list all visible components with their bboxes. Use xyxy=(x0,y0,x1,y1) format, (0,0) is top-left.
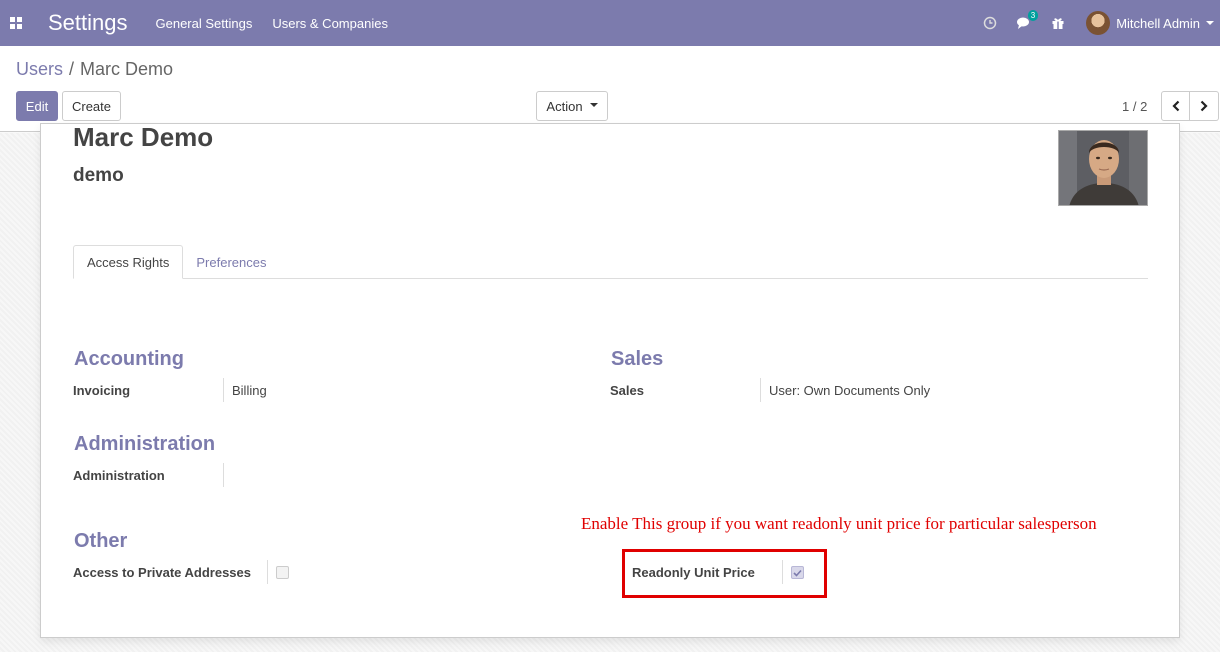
apps-icon[interactable] xyxy=(0,0,32,46)
create-button[interactable]: Create xyxy=(62,91,121,121)
chat-badge: 3 xyxy=(1027,10,1039,21)
control-panel: Users / Marc Demo Edit Create Action 1 /… xyxy=(0,46,1220,132)
field-label-sales: Sales xyxy=(610,383,644,398)
breadcrumb-users[interactable]: Users xyxy=(16,59,63,80)
menu-users-companies[interactable]: Users & Companies xyxy=(272,16,388,31)
gift-icon[interactable] xyxy=(1044,0,1072,46)
field-label-administration: Administration xyxy=(73,468,165,483)
field-value-invoicing[interactable]: Billing xyxy=(232,383,267,398)
menu-general-settings[interactable]: General Settings xyxy=(156,16,253,31)
user-name-title: Marc Demo xyxy=(73,122,214,152)
action-dropdown[interactable]: Action xyxy=(536,91,608,121)
pager-previous-button[interactable] xyxy=(1161,91,1190,121)
chevron-left-icon xyxy=(1171,100,1179,112)
field-label-private-addresses: Access to Private Addresses xyxy=(73,565,252,580)
field-separator xyxy=(267,560,268,584)
user-name: Mitchell Admin xyxy=(1116,15,1200,31)
form-tabs: Access Rights Preferences xyxy=(73,245,1148,279)
caret-down-icon xyxy=(589,102,598,107)
group-title-accounting: Accounting xyxy=(74,348,184,370)
breadcrumb-separator: / xyxy=(69,59,75,79)
tab-preferences[interactable]: Preferences xyxy=(183,245,279,279)
field-separator xyxy=(223,463,224,487)
group-title-administration: Administration xyxy=(74,433,216,455)
field-separator xyxy=(223,378,224,402)
annotation-text: Enable This group if you want readonly u… xyxy=(581,514,1097,533)
avatar xyxy=(1086,11,1111,35)
clock-icon[interactable] xyxy=(976,0,1004,46)
app-title[interactable]: Settings xyxy=(48,10,128,36)
chevron-right-icon xyxy=(1200,100,1208,112)
action-label: Action xyxy=(546,98,583,114)
form-background: Marc Demo demo Access Rights Preferences… xyxy=(0,122,1220,652)
annotation-highlight-box xyxy=(622,549,827,598)
tab-access-rights[interactable]: Access Rights xyxy=(73,245,184,279)
pager-value[interactable]: 1 / 2 xyxy=(1122,99,1147,114)
user-login: demo xyxy=(73,165,124,186)
pager-buttons xyxy=(1161,91,1219,121)
breadcrumb-current: Marc Demo xyxy=(80,59,174,79)
user-photo[interactable] xyxy=(1058,130,1148,206)
group-title-sales: Sales xyxy=(611,348,664,370)
top-navbar: Settings General Settings Users & Compan… xyxy=(0,0,1220,46)
form-sheet: Marc Demo demo Access Rights Preferences… xyxy=(40,122,1180,638)
group-title-other: Other xyxy=(74,530,128,552)
field-value-sales[interactable]: User: Own Documents Only xyxy=(769,383,930,398)
breadcrumb: Users / Marc Demo xyxy=(16,59,173,80)
field-label-invoicing: Invoicing xyxy=(73,383,131,398)
edit-button[interactable]: Edit xyxy=(16,91,58,121)
field-separator xyxy=(760,378,761,402)
private-addresses-checkbox[interactable] xyxy=(276,566,289,579)
user-menu[interactable]: Mitchell Admin xyxy=(1086,11,1214,35)
chevron-down-icon xyxy=(1206,21,1214,25)
pager-next-button[interactable] xyxy=(1190,91,1219,121)
chat-icon[interactable]: 3 xyxy=(1010,0,1039,46)
